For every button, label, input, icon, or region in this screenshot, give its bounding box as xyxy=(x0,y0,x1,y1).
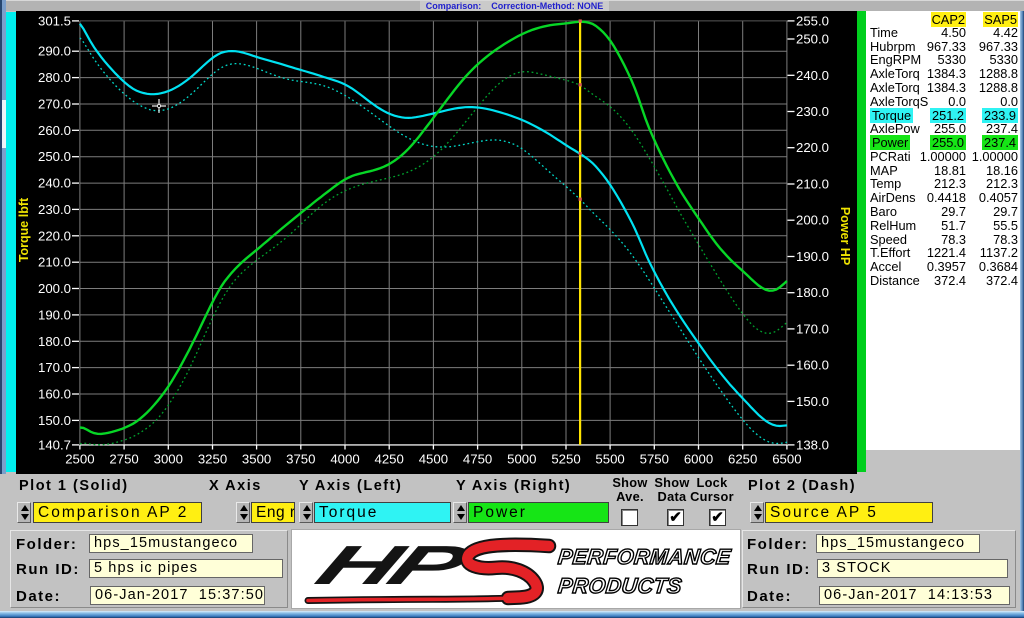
svg-text:270.0: 270.0 xyxy=(38,97,71,112)
svg-text:230.0: 230.0 xyxy=(796,104,829,119)
svg-text:4750: 4750 xyxy=(463,452,492,467)
svg-text:150.0: 150.0 xyxy=(38,413,71,428)
svg-text:5750: 5750 xyxy=(640,452,669,467)
svg-text:3250: 3250 xyxy=(198,452,227,467)
svg-text:200.0: 200.0 xyxy=(38,281,71,296)
svg-text:Power HP: Power HP xyxy=(838,207,852,265)
svg-text:160.0: 160.0 xyxy=(38,387,71,402)
svg-text:220.0: 220.0 xyxy=(796,140,829,155)
svg-text:2500: 2500 xyxy=(65,452,94,467)
svg-text:160.0: 160.0 xyxy=(796,358,829,373)
svg-text:5000: 5000 xyxy=(507,452,536,467)
svg-text:5500: 5500 xyxy=(595,452,624,467)
svg-text:180.0: 180.0 xyxy=(796,285,829,300)
svg-text:190.0: 190.0 xyxy=(38,307,71,322)
svg-text:2750: 2750 xyxy=(109,452,138,467)
svg-text:Torque lbft: Torque lbft xyxy=(17,197,31,262)
svg-text:240.0: 240.0 xyxy=(38,176,71,191)
svg-text:170.0: 170.0 xyxy=(796,321,829,336)
svg-text:260.0: 260.0 xyxy=(38,123,71,138)
svg-text:200.0: 200.0 xyxy=(796,213,829,228)
svg-text:230.0: 230.0 xyxy=(38,202,71,217)
svg-text:280.0: 280.0 xyxy=(38,70,71,85)
svg-text:6250: 6250 xyxy=(728,452,757,467)
svg-text:180.0: 180.0 xyxy=(38,334,71,349)
svg-text:210.0: 210.0 xyxy=(38,255,71,270)
svg-text:220.0: 220.0 xyxy=(38,228,71,243)
svg-text:6500: 6500 xyxy=(772,452,801,467)
svg-text:138.0: 138.0 xyxy=(796,437,829,452)
svg-text:140.7: 140.7 xyxy=(38,437,71,452)
svg-text:190.0: 190.0 xyxy=(796,249,829,264)
svg-text:5250: 5250 xyxy=(551,452,580,467)
svg-text:250.0: 250.0 xyxy=(38,149,71,164)
svg-text:250.0: 250.0 xyxy=(796,32,829,47)
svg-text:4250: 4250 xyxy=(375,452,404,467)
svg-text:170.0: 170.0 xyxy=(38,360,71,375)
svg-text:290.0: 290.0 xyxy=(38,44,71,59)
svg-text:3750: 3750 xyxy=(286,452,315,467)
svg-text:4500: 4500 xyxy=(419,452,448,467)
svg-text:301.5: 301.5 xyxy=(38,13,71,28)
svg-text:4000: 4000 xyxy=(330,452,359,467)
svg-text:150.0: 150.0 xyxy=(796,394,829,409)
svg-text:210.0: 210.0 xyxy=(796,177,829,192)
svg-text:255.0: 255.0 xyxy=(796,13,829,28)
svg-text:3000: 3000 xyxy=(154,452,183,467)
svg-text:6000: 6000 xyxy=(684,452,713,467)
svg-text:240.0: 240.0 xyxy=(796,68,829,83)
svg-text:3500: 3500 xyxy=(242,452,271,467)
